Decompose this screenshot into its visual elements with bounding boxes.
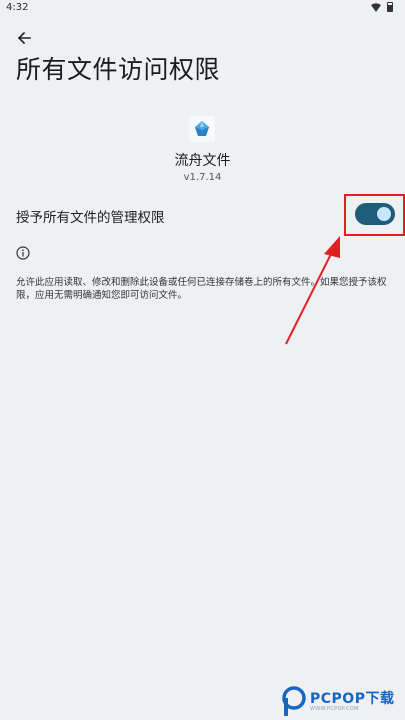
wifi-icon — [371, 2, 381, 12]
permission-label: 授予所有文件的管理权限 — [16, 210, 165, 226]
annotation-arrow — [285, 236, 340, 345]
highlight-box — [344, 194, 405, 236]
watermark: PCPOP下载 WWW.PCPOP.COM — [282, 682, 405, 718]
back-button[interactable] — [14, 28, 34, 48]
arrow-back-icon — [17, 31, 31, 45]
watermark-brand: PCPOP下载 — [310, 691, 395, 707]
status-bar: 4:32 — [0, 0, 405, 16]
watermark-logo-icon — [282, 686, 306, 716]
watermark-sub: WWW.PCPOP.COM — [310, 706, 359, 712]
battery-icon — [387, 2, 393, 12]
page-title: 所有文件访问权限 — [16, 55, 221, 84]
app-name: 流舟文件 — [174, 153, 231, 169]
status-time: 4:32 — [6, 2, 29, 13]
app-version: v1.7.14 — [183, 172, 222, 183]
status-icons — [371, 2, 393, 12]
app-icon — [189, 116, 215, 142]
info-icon — [16, 246, 30, 260]
